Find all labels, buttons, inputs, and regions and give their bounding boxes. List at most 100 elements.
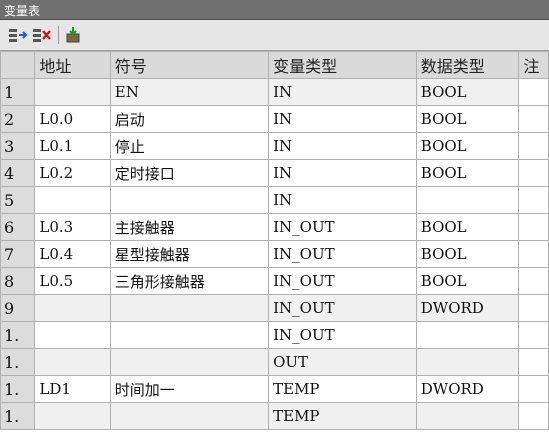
row-number[interactable]: 1. [0,321,36,349]
var-type-cell[interactable]: IN [268,132,417,160]
table-row[interactable]: 1. IN_OUT [0,321,549,349]
symbol-cell[interactable]: 定时接口 [109,159,270,187]
symbol-cell[interactable]: 三角形接触器 [109,267,270,295]
col-header-symbol[interactable]: 符号 [109,51,270,79]
delete-row-icon[interactable] [32,26,52,44]
address-cell[interactable] [34,321,111,349]
data-type-cell[interactable]: BOOL [415,78,520,106]
comment-cell[interactable] [518,186,549,214]
symbol-cell[interactable]: 停止 [109,132,270,160]
data-type-cell[interactable] [415,186,520,214]
symbol-cell[interactable]: EN [109,78,270,106]
address-cell[interactable]: L0.4 [34,240,111,268]
table-row[interactable]: 8 L0.5 三角形接触器 IN_OUT BOOL [0,267,549,295]
symbol-cell[interactable] [109,294,270,322]
col-header-data-type[interactable]: 数据类型 [415,51,520,79]
address-cell[interactable] [34,186,111,214]
data-type-cell[interactable]: BOOL [415,105,520,133]
address-cell[interactable]: L0.1 [34,132,111,160]
address-cell[interactable]: L0.3 [34,213,111,241]
var-type-cell[interactable]: TEMP [268,402,417,430]
table-row[interactable]: 9 IN_OUT DWORD [0,294,549,322]
table-row[interactable]: 7 L0.4 星型接触器 IN_OUT BOOL [0,240,549,268]
row-number[interactable]: 1 [0,78,36,106]
var-type-cell[interactable]: IN [268,159,417,187]
var-type-cell[interactable]: OUT [268,348,417,376]
table-row[interactable]: 6 L0.3 主接触器 IN_OUT BOOL [0,213,549,241]
symbol-cell[interactable] [109,321,270,349]
address-cell[interactable] [34,348,111,376]
row-number[interactable]: 8 [0,267,36,295]
data-type-cell[interactable]: BOOL [415,159,520,187]
row-number[interactable]: 3 [0,132,36,160]
table-row[interactable]: 3 L0.1 停止 IN BOOL [0,132,549,160]
table-row[interactable]: 1. TEMP [0,402,549,430]
comment-cell[interactable] [518,375,549,403]
row-number[interactable]: 2 [0,105,36,133]
comment-cell[interactable] [518,213,549,241]
col-header-comment[interactable]: 注 [518,51,549,79]
address-cell[interactable]: LD1 [34,375,111,403]
data-type-cell[interactable]: DWORD [415,375,520,403]
update-icon[interactable] [64,26,84,44]
data-type-cell[interactable]: DWORD [415,294,520,322]
row-number[interactable]: 5 [0,186,36,214]
col-header-address[interactable]: 地址 [34,51,111,79]
col-header-var-type[interactable]: 变量类型 [268,51,417,79]
row-number[interactable]: 1. [0,375,36,403]
symbol-cell[interactable]: 启动 [109,105,270,133]
table-row[interactable]: 1 EN IN BOOL [0,78,549,106]
comment-cell[interactable] [518,78,549,106]
comment-cell[interactable] [518,132,549,160]
var-type-cell[interactable]: IN_OUT [268,240,417,268]
data-type-cell[interactable] [415,321,520,349]
address-cell[interactable]: L0.2 [34,159,111,187]
symbol-cell[interactable]: 时间加一 [109,375,270,403]
address-cell[interactable] [34,402,111,430]
var-type-cell[interactable]: TEMP [268,375,417,403]
table-row[interactable]: 5 IN [0,186,549,214]
symbol-cell[interactable] [109,348,270,376]
address-cell[interactable] [34,78,111,106]
data-type-cell[interactable] [415,348,520,376]
data-type-cell[interactable]: BOOL [415,213,520,241]
address-cell[interactable] [34,294,111,322]
address-cell[interactable]: L0.5 [34,267,111,295]
row-number[interactable]: 6 [0,213,36,241]
row-number[interactable]: 4 [0,159,36,187]
table-row[interactable]: 4 L0.2 定时接口 IN BOOL [0,159,549,187]
row-number[interactable]: 9 [0,294,36,322]
data-type-cell[interactable]: BOOL [415,132,520,160]
var-type-cell[interactable]: IN_OUT [268,267,417,295]
row-number[interactable]: 1. [0,348,36,376]
table-row[interactable]: 2 L0.0 启动 IN BOOL [0,105,549,133]
symbol-cell[interactable] [109,186,270,214]
address-cell[interactable]: L0.0 [34,105,111,133]
insert-row-icon[interactable] [8,26,28,44]
symbol-cell[interactable]: 主接触器 [109,213,270,241]
comment-cell[interactable] [518,159,549,187]
var-type-cell[interactable]: IN [268,186,417,214]
symbol-cell[interactable] [109,402,270,430]
col-header-num[interactable] [0,51,36,79]
comment-cell[interactable] [518,402,549,430]
var-type-cell[interactable]: IN_OUT [268,294,417,322]
table-row[interactable]: 1. LD1 时间加一 TEMP DWORD [0,375,549,403]
table-row[interactable]: 1. OUT [0,348,549,376]
comment-cell[interactable] [518,267,549,295]
row-number[interactable]: 1. [0,402,36,430]
symbol-cell[interactable]: 星型接触器 [109,240,270,268]
var-type-cell[interactable]: IN [268,105,417,133]
data-type-cell[interactable]: BOOL [415,240,520,268]
var-type-cell[interactable]: IN [268,78,417,106]
data-type-cell[interactable] [415,402,520,430]
var-type-cell[interactable]: IN_OUT [268,321,417,349]
comment-cell[interactable] [518,105,549,133]
comment-cell[interactable] [518,348,549,376]
comment-cell[interactable] [518,294,549,322]
comment-cell[interactable] [518,240,549,268]
comment-cell[interactable] [518,321,549,349]
row-number[interactable]: 7 [0,240,36,268]
var-type-cell[interactable]: IN_OUT [268,213,417,241]
data-type-cell[interactable]: BOOL [415,267,520,295]
